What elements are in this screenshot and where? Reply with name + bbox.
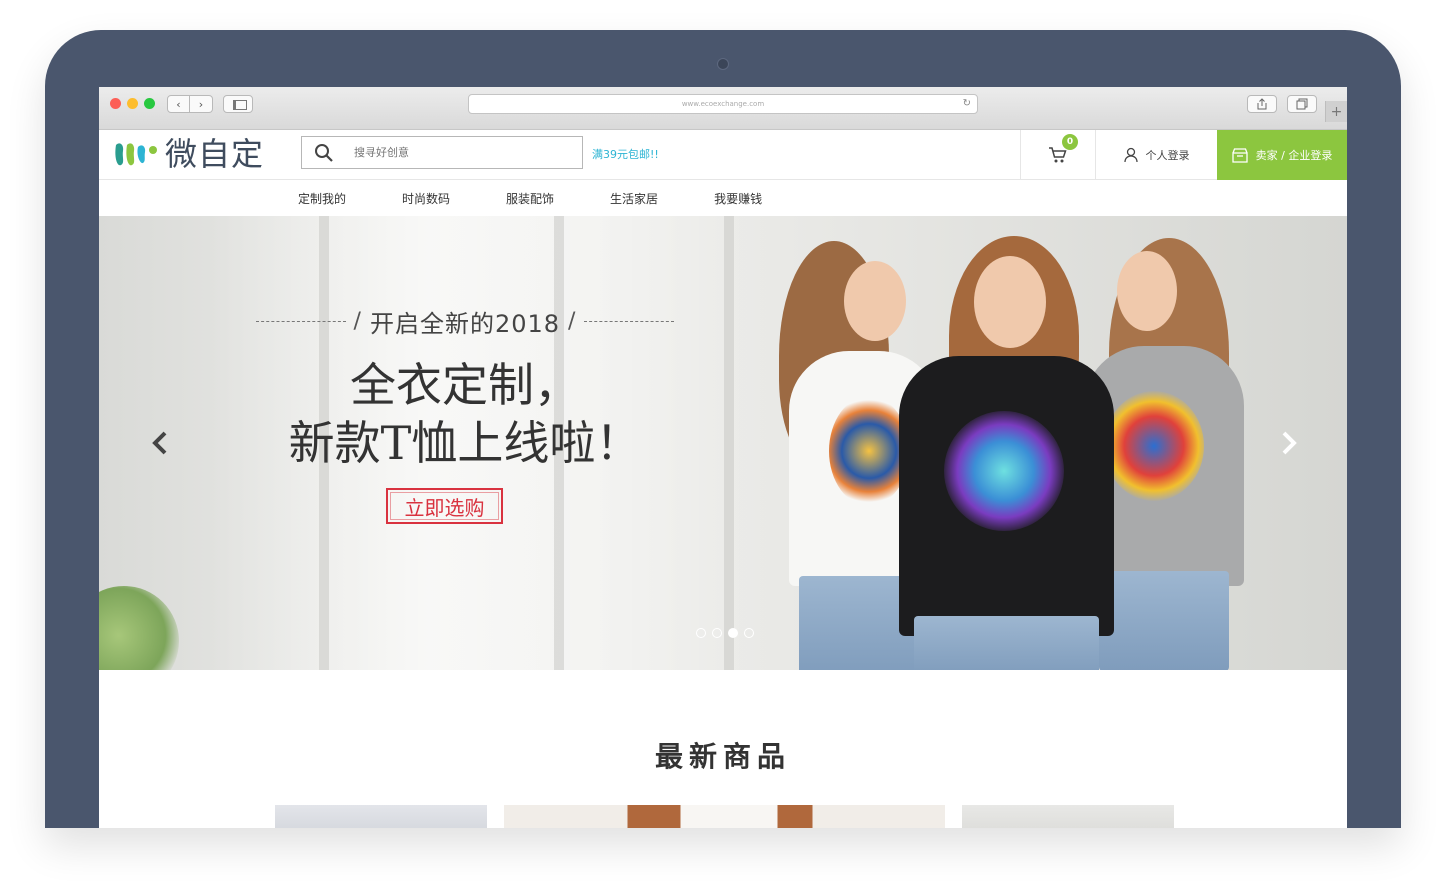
carousel-dot[interactable]: [744, 628, 754, 638]
browser-window: ‹ › www.ecoexchange.com ↻ + 微自定 搜寻好创意 满3…: [99, 87, 1347, 828]
nav-item-digital[interactable]: 时尚数码: [402, 190, 450, 207]
banner-headline-line2: 新款T恤上线啦！: [288, 416, 642, 470]
address-text: www.ecoexchange.com: [681, 100, 765, 108]
personal-login-label: 个人登录: [1145, 149, 1190, 162]
background-plant: [99, 586, 179, 670]
search-icon[interactable]: [314, 143, 334, 163]
banner-tagline-text: 开启全新的2018: [369, 310, 561, 338]
nav-item-home[interactable]: 生活家居: [610, 190, 658, 207]
browser-toolbar: ‹ › www.ecoexchange.com ↻ +: [99, 87, 1347, 130]
hero-carousel: / 开启全新的2018 / 全衣定制， 新款T恤上线啦！ 立即选购: [99, 216, 1347, 670]
tagline-rule-right: [584, 321, 675, 322]
tagline-rule-left: [256, 321, 346, 322]
shipping-promo[interactable]: 满39元包邮!!: [592, 146, 659, 162]
logo-text: 微自定: [165, 135, 265, 173]
nav-item-apparel[interactable]: 服装配饰: [506, 190, 554, 207]
nav-item-customize[interactable]: 定制我的: [298, 190, 346, 207]
window-controls: [110, 98, 155, 109]
product-thumbnail[interactable]: [504, 805, 945, 828]
search-input[interactable]: [354, 146, 574, 159]
sidebar-toggle-button[interactable]: [223, 95, 253, 113]
carousel-indicators: [696, 628, 754, 638]
share-button[interactable]: [1247, 95, 1277, 113]
banner-headline: 全衣定制， 新款T恤上线啦！: [249, 356, 681, 472]
nav-item-earn[interactable]: 我要赚钱: [714, 190, 762, 207]
history-buttons: ‹ ›: [167, 95, 213, 113]
section-title: 最新商品: [654, 740, 791, 773]
tabs-overview-button[interactable]: [1287, 95, 1317, 113]
category-nav: 定制我的 时尚数码 服装配饰 生活家居 我要赚钱: [99, 180, 1347, 216]
carousel-dot-active[interactable]: [728, 628, 738, 638]
camera-dot: [717, 58, 729, 70]
close-window-button[interactable]: [110, 98, 121, 109]
store-icon: [1231, 147, 1248, 163]
reload-icon[interactable]: ↻: [963, 98, 971, 109]
product-thumbnail[interactable]: [962, 805, 1174, 828]
cart-button[interactable]: 0: [1020, 130, 1096, 180]
banner-headline-line1: 全衣定制，: [350, 358, 580, 412]
site-logo[interactable]: 微自定: [113, 136, 264, 172]
user-icon: [1123, 147, 1138, 163]
carousel-dot[interactable]: [696, 628, 706, 638]
shop-now-button[interactable]: 立即选购: [386, 488, 503, 524]
background-window-frame: [724, 216, 734, 670]
seller-login-button[interactable]: 卖家 / 企业登录: [1217, 130, 1347, 180]
back-button[interactable]: ‹: [167, 95, 190, 113]
chevron-right-icon: [1282, 431, 1297, 455]
personal-login-button[interactable]: 个人登录: [1096, 130, 1217, 180]
banner-tagline: / 开启全新的2018 /: [256, 304, 675, 339]
carousel-next-button[interactable]: [1274, 428, 1304, 458]
new-tab-button[interactable]: +: [1325, 101, 1347, 122]
logo-mark-icon: [115, 143, 157, 166]
carousel-prev-button[interactable]: [145, 428, 175, 458]
carousel-dot[interactable]: [712, 628, 722, 638]
seller-login-label: 卖家 / 企业登录: [1255, 149, 1333, 162]
site-header: 微自定 满39元包邮!! 0 个人登录 卖家 / 企业登录: [99, 130, 1347, 180]
address-bar[interactable]: www.ecoexchange.com ↻: [468, 94, 978, 114]
cart-count-badge: 0: [1062, 134, 1078, 150]
search-box: [301, 136, 583, 169]
tabs-icon: [1296, 98, 1308, 110]
share-icon: [1257, 98, 1267, 110]
product-thumbnail[interactable]: [275, 805, 487, 828]
minimize-window-button[interactable]: [127, 98, 138, 109]
chevron-left-icon: [152, 431, 167, 455]
maximize-window-button[interactable]: [144, 98, 155, 109]
forward-button[interactable]: ›: [190, 95, 213, 113]
